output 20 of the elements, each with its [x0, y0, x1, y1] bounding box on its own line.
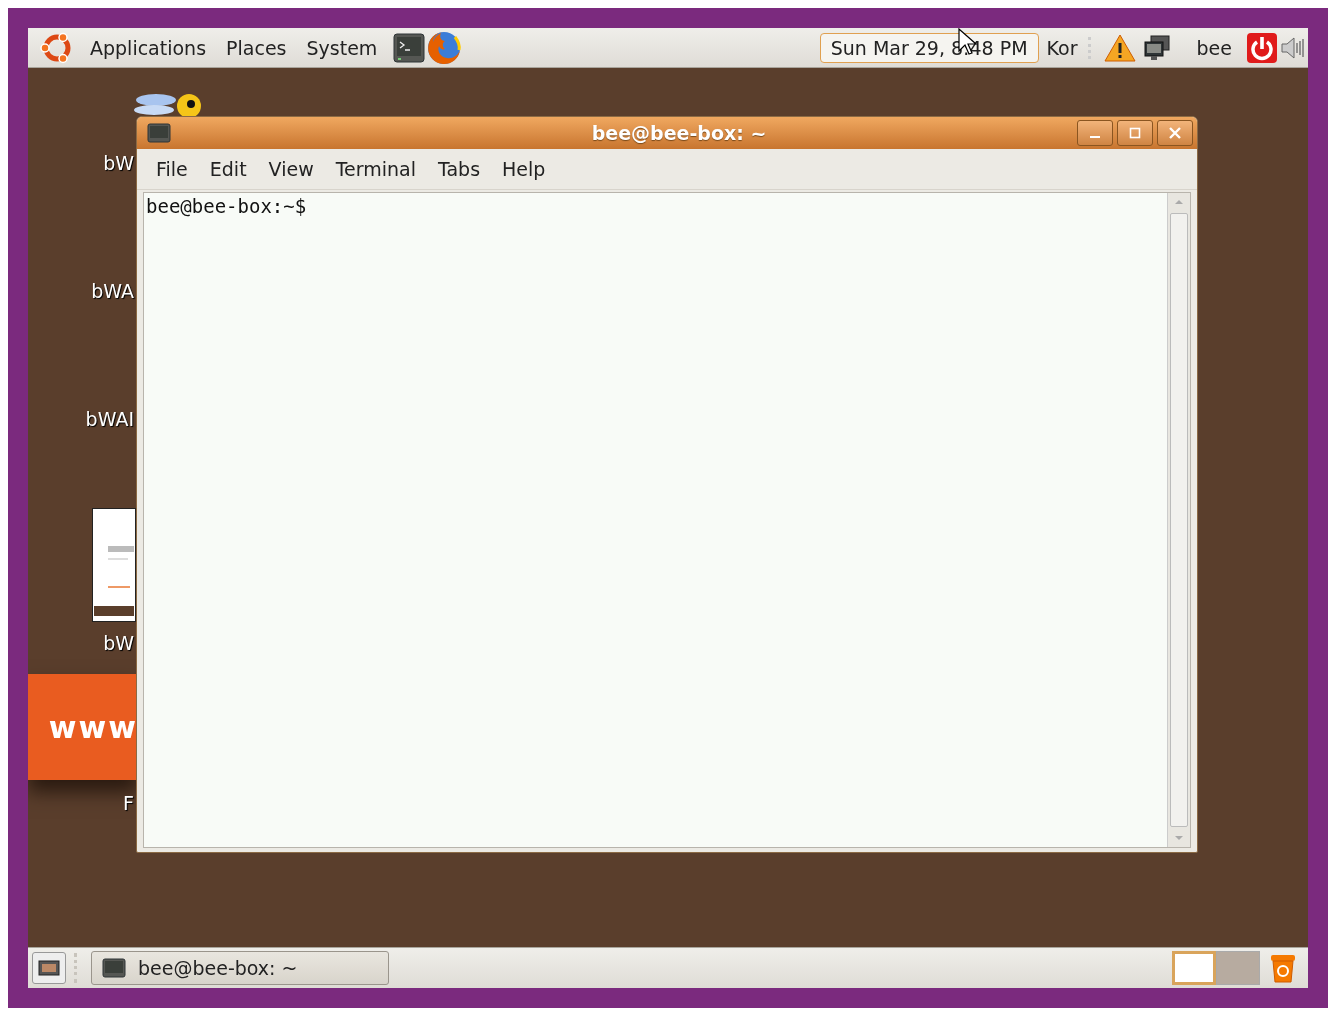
desktop-icon-label[interactable]: F [123, 792, 134, 814]
panel-menu[interactable]: System [296, 36, 388, 59]
terminal-prompt: bee@bee-box:~$ [146, 195, 307, 217]
panel-menu[interactable]: Applications [80, 36, 217, 59]
taskbar-button[interactable]: bee@bee-box: ~ [91, 951, 389, 985]
menu-item[interactable]: Terminal [324, 158, 427, 180]
desktop-icon-label[interactable]: bW [103, 152, 134, 174]
menu-item[interactable]: Tabs [427, 158, 492, 180]
keyboard-layout[interactable]: Kor [1046, 36, 1091, 59]
menu-item[interactable]: View [257, 158, 325, 180]
desktop-icon-label[interactable]: bWA [91, 280, 134, 302]
window-title: bee@bee-box: ~ [590, 122, 768, 144]
user-name[interactable]: bee [1196, 36, 1232, 59]
menu-item[interactable]: Edit [198, 158, 258, 180]
desktop-icon-label[interactable]: bWAI [85, 408, 134, 430]
menu-item[interactable]: Help [491, 158, 557, 180]
panel-menu[interactable]: Places [216, 36, 297, 59]
banner-text: www [48, 709, 138, 745]
menu-item[interactable]: File [145, 158, 199, 180]
desktop-icon-label[interactable]: bW [103, 632, 134, 654]
